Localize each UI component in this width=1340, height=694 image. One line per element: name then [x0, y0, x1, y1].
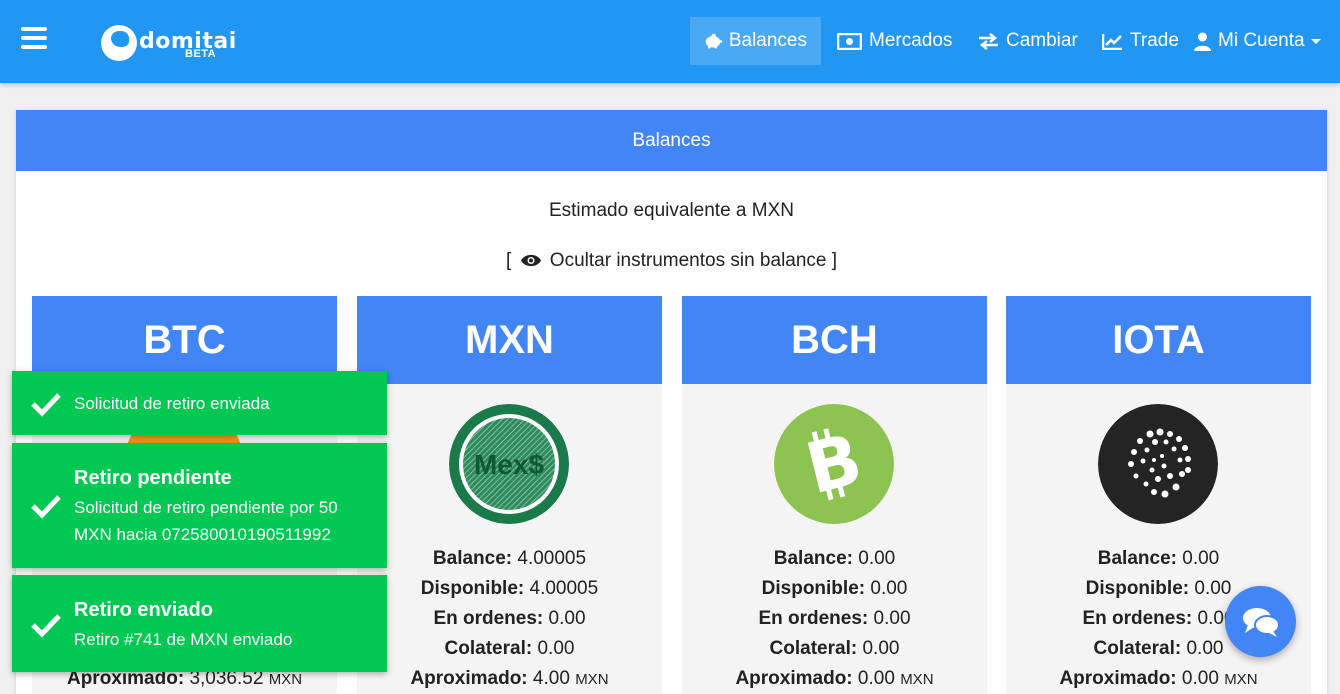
value-collateral: 0.00	[862, 638, 900, 659]
card-rows: Balance: 4.00005 Disponible: 4.00005 En …	[357, 548, 662, 694]
domitai-logo[interactable]: domitai BETA	[101, 23, 236, 63]
user-icon	[1194, 32, 1211, 51]
money-bill-icon	[837, 32, 862, 50]
nav-mercados-label: Mercados	[869, 30, 953, 51]
chat-button[interactable]	[1225, 586, 1296, 657]
balance-card-mxn: MXN Mex$ Balance: 4.00005 Disponible: 4.…	[357, 296, 662, 694]
eye-icon	[520, 254, 541, 267]
row-collateral: Colateral: 0.00	[357, 638, 662, 668]
value-approx: 0.00	[857, 668, 895, 689]
row-orders: En ordenes: 0.00	[357, 608, 662, 638]
row-approx: Aproximado: 0.00 MXN	[1006, 668, 1311, 694]
hamburger-menu-icon[interactable]	[21, 27, 47, 49]
label-balance: Balance:	[1097, 548, 1177, 569]
label-collateral: Colateral:	[769, 638, 858, 659]
panel-title: Balances	[16, 110, 1327, 171]
toggle-open-bracket: [	[505, 250, 512, 271]
nav-cambiar-label: Cambiar	[1006, 30, 1078, 51]
label-approx: Aproximado:	[735, 668, 853, 689]
label-orders: En ordenes:	[1082, 608, 1193, 629]
logo-beta-label: BETA	[185, 48, 217, 60]
exchange-icon	[979, 32, 998, 50]
mxn-coin-text: Mex$	[474, 449, 544, 480]
value-balance: 4.00005	[517, 548, 587, 569]
nav-mi-cuenta[interactable]: Mi Cuenta	[1180, 17, 1335, 65]
toast-retiro-enviado[interactable]: Retiro enviado Retiro #741 de MXN enviad…	[12, 575, 387, 672]
nav-mi-cuenta-label: Mi Cuenta	[1218, 30, 1305, 51]
card-symbol: IOTA	[1006, 296, 1311, 384]
approx-currency: MXN	[1224, 671, 1258, 688]
value-collateral: 0.00	[1186, 638, 1224, 659]
toast-success[interactable]: Solicitud de retiro enviada	[12, 371, 387, 435]
approx-currency: MXN	[268, 671, 303, 688]
toast-retiro-pendiente[interactable]: Retiro pendiente Solicitud de retiro pen…	[12, 443, 387, 568]
value-orders: 0.00	[548, 608, 586, 629]
hide-empty-toggle[interactable]: [ Ocultar instrumentos sin balance ]	[16, 250, 1327, 272]
value-balance: 0.00	[858, 548, 896, 569]
toast-message: Solicitud de retiro pendiente por 50 MXN…	[74, 498, 338, 544]
row-available: Disponible: 0.00	[682, 578, 987, 608]
card-symbol: MXN	[357, 296, 662, 384]
toast-title: Retiro pendiente	[74, 467, 232, 489]
value-collateral: 0.00	[537, 638, 575, 659]
label-orders: En ordenes:	[758, 608, 869, 629]
value-approx: 0.00	[1181, 668, 1219, 689]
toast-message: Solicitud de retiro enviada	[74, 394, 270, 413]
nav-cambiar[interactable]: Cambiar	[964, 17, 1092, 65]
value-available: 0.00	[1194, 578, 1232, 599]
label-orders: En ordenes:	[433, 608, 544, 629]
chat-bubbles-icon	[1242, 607, 1280, 637]
mxn-coin-icon: Mex$	[449, 404, 569, 524]
checkmark-icon	[31, 393, 61, 417]
value-orders: 0.00	[873, 608, 911, 629]
iota-coin-icon	[1098, 404, 1218, 524]
balance-card-bch: BCH B Balance: 0.00 Disponible: 0.00 En …	[682, 296, 987, 694]
label-balance: Balance:	[773, 548, 853, 569]
top-navbar: domitai BETA Balances Mercados Cambiar T…	[0, 0, 1340, 83]
row-available: Disponible: 4.00005	[357, 578, 662, 608]
value-available: 4.00005	[529, 578, 599, 599]
chart-line-icon	[1102, 33, 1122, 50]
checkmark-icon	[31, 614, 61, 638]
card-symbol: BCH	[682, 296, 987, 384]
nav-mercados[interactable]: Mercados	[823, 17, 966, 65]
approx-currency: MXN	[900, 671, 934, 688]
label-balance: Balance:	[432, 548, 513, 569]
nav-trade-label: Trade	[1130, 30, 1179, 51]
chevron-down-icon	[1310, 38, 1321, 44]
label-approx: Aproximado:	[1059, 668, 1177, 689]
bch-coin-icon: B	[774, 404, 894, 524]
label-approx: Aproximado:	[410, 668, 528, 689]
nav-balances[interactable]: Balances	[690, 17, 821, 65]
label-available: Disponible:	[1085, 578, 1190, 599]
row-approx: Aproximado: 0.00 MXN	[682, 668, 987, 694]
checkmark-icon	[31, 495, 61, 519]
row-collateral: Colateral: 0.00	[682, 638, 987, 668]
value-balance: 0.00	[1182, 548, 1220, 569]
value-approx: 4.00	[532, 668, 570, 689]
label-available: Disponible:	[761, 578, 866, 599]
approx-currency: MXN	[575, 671, 609, 688]
label-available: Disponible:	[420, 578, 525, 599]
row-balance: Balance: 4.00005	[357, 548, 662, 578]
estimate-subtitle: Estimado equivalente a MXN	[548, 200, 794, 221]
label-collateral: Colateral:	[444, 638, 533, 659]
nav-balances-label: Balances	[728, 30, 807, 51]
row-balance: Balance: 0.00	[682, 548, 987, 578]
piggy-bank-icon	[705, 33, 722, 49]
toast-title: Retiro enviado	[74, 599, 213, 621]
card-rows: Balance: 0.00 Disponible: 0.00 En ordene…	[682, 548, 987, 694]
row-orders: En ordenes: 0.00	[682, 608, 987, 638]
toast-message: Retiro #741 de MXN enviado	[74, 630, 293, 649]
logo-mark-icon	[101, 25, 137, 61]
label-collateral: Colateral:	[1093, 638, 1182, 659]
row-approx: Aproximado: 4.00 MXN	[357, 668, 662, 694]
toggle-close-bracket: ]	[831, 250, 838, 271]
row-balance: Balance: 0.00	[1006, 548, 1311, 578]
toggle-label: Ocultar instrumentos sin balance	[549, 250, 827, 271]
value-available: 0.00	[870, 578, 908, 599]
nav-trade[interactable]: Trade	[1088, 17, 1193, 65]
